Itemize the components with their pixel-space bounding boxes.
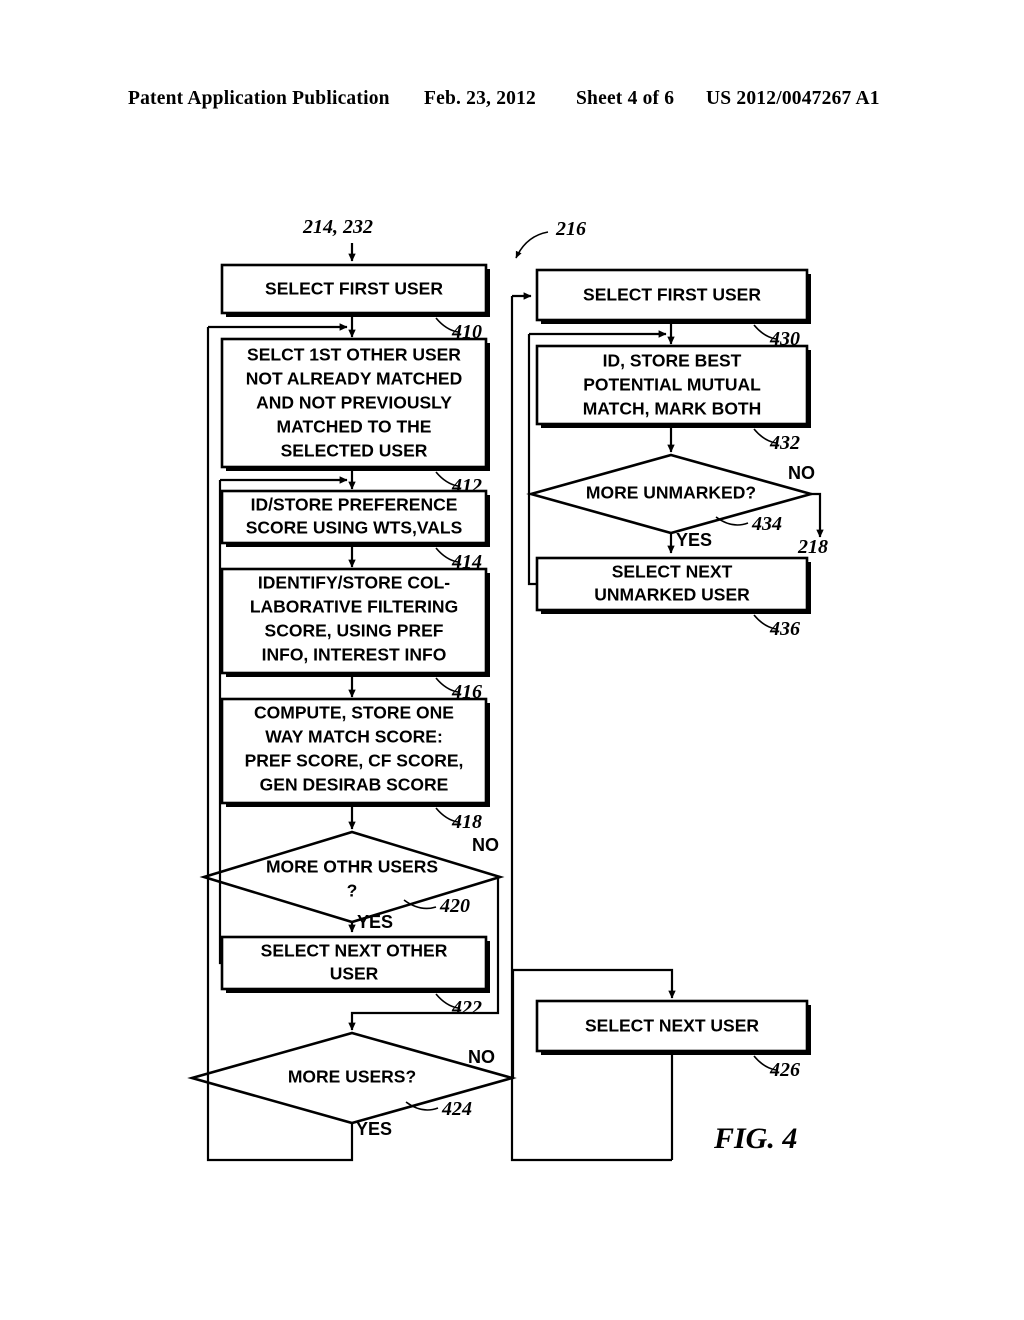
node-422: SELECT NEXT OTHER USER — [220, 935, 490, 993]
node-412-line-1: NOT ALREADY MATCHED — [246, 369, 462, 389]
node-418: COMPUTE, STORE ONE WAY MATCH SCORE: PREF… — [220, 697, 490, 807]
ref-label-424: 424 — [441, 1098, 472, 1120]
node-418-line-3: GEN DESIRAB SCORE — [260, 775, 449, 795]
ref-label-216: 216 — [555, 218, 586, 240]
node-426: SELECT NEXT USER — [535, 999, 811, 1055]
node-426-line-0: SELECT NEXT USER — [585, 1016, 759, 1036]
node-418-line-2: PREF SCORE, CF SCORE, — [245, 751, 464, 771]
node-416-line-3: INFO, INTEREST INFO — [262, 645, 447, 665]
node-416-line-2: SCORE, USING PREF — [265, 621, 444, 641]
node-412-line-2: AND NOT PREVIOUSLY — [256, 393, 452, 413]
flowchart-figure: 214, 232 SELECT FIRST USER 410 SELCT 1ST… — [187, 216, 828, 1162]
node-432: ID, STORE BEST POTENTIAL MUTUAL MATCH, M… — [535, 344, 811, 428]
branch-label-434-yes: YES — [676, 530, 712, 550]
node-418-line-0: COMPUTE, STORE ONE — [254, 703, 454, 723]
entry-arrow-right — [515, 231, 549, 259]
branch-label-420-yes: YES — [357, 912, 393, 932]
node-420-line-0: MORE OTHR USERS — [266, 857, 438, 877]
patent-figure-page: Patent Application Publication Feb. 23, … — [0, 0, 1024, 1320]
node-432-line-0: ID, STORE BEST — [603, 351, 742, 371]
node-432-line-1: POTENTIAL MUTUAL — [583, 375, 761, 395]
edge-434-no-exit — [811, 492, 824, 538]
ref-label-218: 218 — [797, 536, 828, 558]
node-422-line-1: USER — [330, 964, 379, 984]
node-416-line-0: IDENTIFY/STORE COL- — [258, 573, 450, 593]
node-414-line-1: SCORE USING WTS,VALS — [246, 518, 463, 538]
node-424-line-0: MORE USERS? — [288, 1067, 416, 1087]
node-430-line-0: SELECT FIRST USER — [583, 285, 761, 305]
node-436: SELECT NEXT UNMARKED USER — [535, 556, 811, 614]
node-410-line-0: SELECT FIRST USER — [265, 279, 443, 299]
ref-label-422: 422 — [451, 997, 482, 1019]
node-430: SELECT FIRST USER — [535, 268, 811, 324]
node-412: SELCT 1ST OTHER USER NOT ALREADY MATCHED… — [220, 337, 490, 471]
node-434-line-0: MORE UNMARKED? — [586, 483, 756, 503]
ref-label-426: 426 — [769, 1059, 800, 1081]
node-412-line-0: SELCT 1ST OTHER USER — [247, 345, 461, 365]
ref-label-214-232: 214, 232 — [302, 216, 373, 238]
node-410: SELECT FIRST USER — [220, 263, 490, 317]
branch-label-424-yes: YES — [356, 1119, 392, 1139]
ref-label-434: 434 — [751, 513, 782, 535]
branch-label-434-no: NO — [788, 463, 815, 483]
ref-label-420: 420 — [439, 895, 470, 917]
ref-label-432: 432 — [769, 432, 800, 454]
node-436-line-1: UNMARKED USER — [594, 585, 750, 605]
branch-label-424-no: NO — [468, 1047, 495, 1067]
node-416-line-1: LABORATIVE FILTERING — [250, 597, 458, 617]
node-436-line-0: SELECT NEXT — [612, 562, 733, 582]
node-414-line-0: ID/STORE PREFERENCE — [251, 495, 458, 515]
node-412-line-4: SELECTED USER — [281, 441, 428, 461]
figure-label: FIG. 4 — [713, 1122, 797, 1155]
ref-label-436: 436 — [769, 618, 800, 640]
node-412-line-3: MATCHED TO THE — [277, 417, 432, 437]
node-422-line-0: SELECT NEXT OTHER — [261, 941, 448, 961]
branch-label-420-no: NO — [472, 835, 499, 855]
node-432-line-2: MATCH, MARK BOTH — [583, 399, 762, 419]
node-420-line-1: ? — [347, 881, 358, 901]
ref-label-418: 418 — [451, 811, 482, 833]
node-414: ID/STORE PREFERENCE SCORE USING WTS,VALS — [220, 489, 490, 547]
node-418-line-1: WAY MATCH SCORE: — [265, 727, 443, 747]
node-416: IDENTIFY/STORE COL- LABORATIVE FILTERING… — [220, 567, 490, 677]
